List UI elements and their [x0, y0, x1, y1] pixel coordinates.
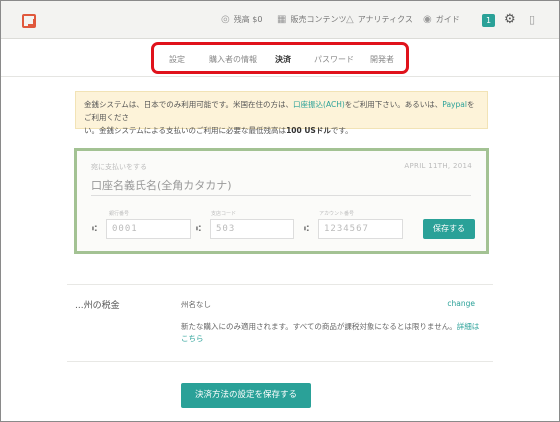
pay-to-label: 宛に支払いをする: [91, 163, 147, 171]
tax-desc-text: 新たな購入にのみ適用されます。すべての商品が課税対象になるとは限りません。: [181, 322, 457, 331]
bank-code-label: 銀行番号: [109, 211, 130, 217]
nav-guide[interactable]: ◉ ガイド: [423, 14, 460, 25]
check-date: APRIL 11TH, 2014: [404, 162, 472, 170]
tab-buyer-info[interactable]: 購入者の情報: [209, 54, 257, 65]
save-payment-settings-button[interactable]: 決済方法の設定を保存する: [181, 383, 311, 408]
guide-icon: ◉: [423, 14, 432, 25]
tax-description: 新たな購入にのみ適用されます。すべての商品が課税対象になるとは限りません。詳細は…: [181, 321, 481, 345]
top-bar: ◎ 残高 $0 ▦ 販売コンテンツ △ アナリティクス ◉ ガイド 1 ⚙ ▯: [1, 1, 559, 39]
nav-balance-label: 残高 $0: [233, 15, 263, 24]
nav-analytics[interactable]: △ アナリティクス: [346, 14, 413, 25]
paypal-link[interactable]: Paypal: [442, 100, 467, 109]
account-number-label: アカウント番号: [319, 211, 355, 217]
chart-icon: △: [346, 14, 354, 25]
tab-password[interactable]: パスワード: [314, 54, 354, 65]
nav-guide-label: ガイド: [435, 15, 460, 24]
coin-icon: ◎: [221, 14, 230, 25]
notice-min-amount: 100 USドル: [286, 126, 331, 135]
account-number-input[interactable]: 1234567: [318, 219, 403, 239]
bank-symbol-icon: ⑆: [92, 224, 97, 233]
branch-code-input[interactable]: 503: [210, 219, 294, 239]
tax-state-value: 州名なし: [181, 300, 211, 309]
nav-sales-label: 販売コンテンツ: [290, 15, 347, 24]
ach-link[interactable]: 口座振込(ACH): [293, 100, 345, 109]
branch-symbol-icon: ⑆: [196, 224, 201, 233]
branch-code-label: 支店コード: [211, 211, 237, 217]
bank-code-input[interactable]: 0001: [106, 219, 191, 239]
account-symbol-icon: ⑆: [304, 224, 309, 233]
notice-text-2: をご利用下さい。あるいは、: [344, 100, 443, 109]
tax-section: ...州の税金 州名なし change 新たな購入にのみ適用されます。すべての商…: [67, 284, 493, 362]
bank-check-card: 宛に支払いをする APRIL 11TH, 2014 口座名義氏名(全角カタカナ)…: [74, 148, 489, 254]
logo-icon[interactable]: [22, 14, 36, 28]
tab-developer[interactable]: 開発者: [370, 54, 394, 65]
notice-text-4: い。金銭システムによる支払いのご利用に必要な最低残高は: [84, 126, 287, 135]
calendar-icon: ▦: [277, 14, 287, 25]
nav-sales[interactable]: ▦ 販売コンテンツ: [277, 14, 346, 25]
nav-analytics-label: アナリティクス: [357, 15, 413, 24]
notice-text-1: 金銭システムは、日本でのみ利用可能です。米国在住の方は、: [84, 100, 294, 109]
tax-change-link[interactable]: change: [447, 299, 475, 308]
trash-icon[interactable]: ▯: [529, 13, 535, 26]
nav-balance[interactable]: ◎ 残高 $0: [221, 14, 262, 25]
tab-settings[interactable]: 設定: [169, 54, 185, 65]
save-bank-button[interactable]: 保存する: [423, 219, 475, 239]
gear-icon[interactable]: ⚙: [504, 12, 516, 27]
tab-payment[interactable]: 決済: [275, 54, 291, 65]
tax-title: ...州の税金: [75, 301, 120, 311]
notice-text-5: です。: [330, 126, 353, 135]
payment-notice: 金銭システムは、日本でのみ利用可能です。米国在住の方は、口座振込(ACH)をご利…: [75, 91, 488, 135]
notification-badge[interactable]: 1: [482, 14, 495, 27]
account-holder-name-input[interactable]: 口座名義氏名(全角カタカナ): [91, 176, 471, 196]
